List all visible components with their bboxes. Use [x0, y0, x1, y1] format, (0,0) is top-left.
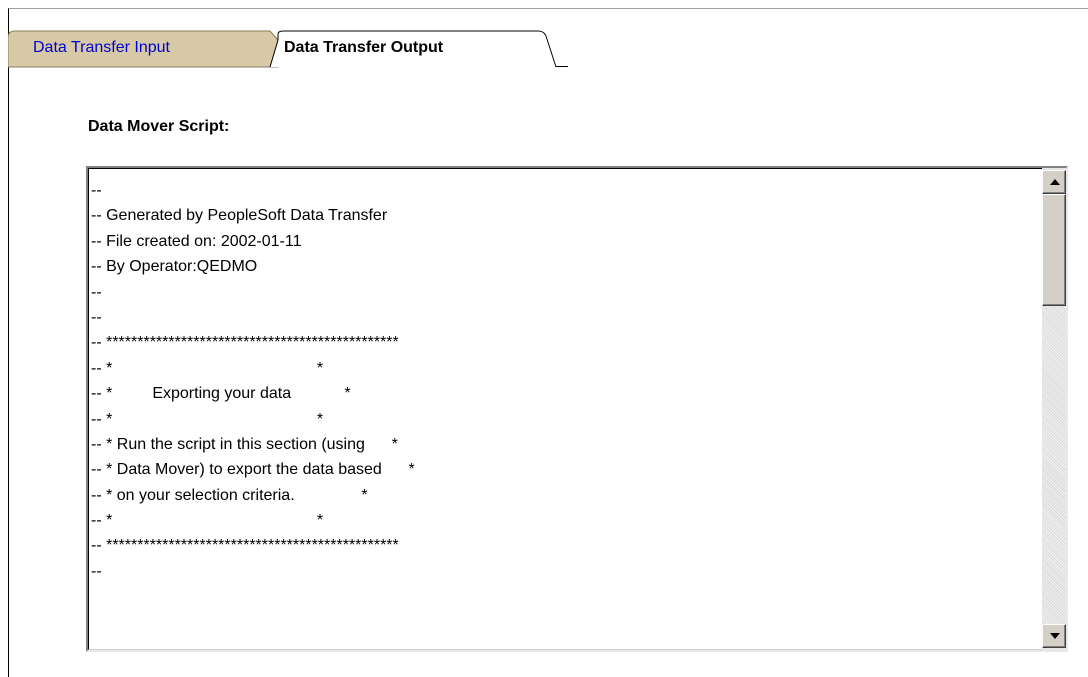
scroll-down-arrow-icon	[1050, 633, 1060, 639]
script-line: --	[91, 182, 102, 199]
scrollbar-thumb[interactable]	[1042, 194, 1066, 306]
script-line: -- File created on: 2002-01-11	[91, 232, 302, 250]
script-line: -- * Run the script in this section (usi…	[91, 435, 398, 453]
script-line: --	[91, 283, 102, 301]
data-mover-script-label: Data Mover Script:	[88, 118, 230, 135]
scroll-up-button[interactable]	[1042, 170, 1066, 194]
script-line: -- *************************************…	[91, 334, 399, 352]
script-line: --	[91, 562, 102, 580]
script-line: --	[91, 308, 102, 326]
data-mover-script-textarea[interactable]: -- -- Generated by PeopleSoft Data Transf…	[86, 166, 1068, 652]
tab-data-transfer-output[interactable]: Data Transfer Output	[284, 38, 443, 58]
scroll-up-arrow-icon	[1050, 179, 1060, 185]
scroll-down-button[interactable]	[1042, 624, 1066, 648]
script-line: -- * *	[91, 359, 324, 377]
script-line: -- * *	[91, 512, 324, 530]
tab-data-transfer-input[interactable]: Data Transfer Input	[33, 38, 170, 58]
script-line: -- * Exporting your data *	[91, 385, 351, 403]
script-line: -- *************************************…	[91, 537, 399, 555]
script-line: -- By Operator:QEDMO	[91, 258, 258, 276]
script-content: -- -- Generated by PeopleSoft Data Transf…	[91, 178, 1031, 648]
script-line: -- * on your selection criteria. *	[91, 486, 368, 504]
script-line: -- * *	[91, 410, 324, 428]
script-line: -- * Data Mover) to export the data base…	[91, 461, 415, 479]
script-line: -- Generated by PeopleSoft Data Transfer	[91, 207, 388, 225]
vertical-scrollbar[interactable]	[1042, 168, 1066, 650]
